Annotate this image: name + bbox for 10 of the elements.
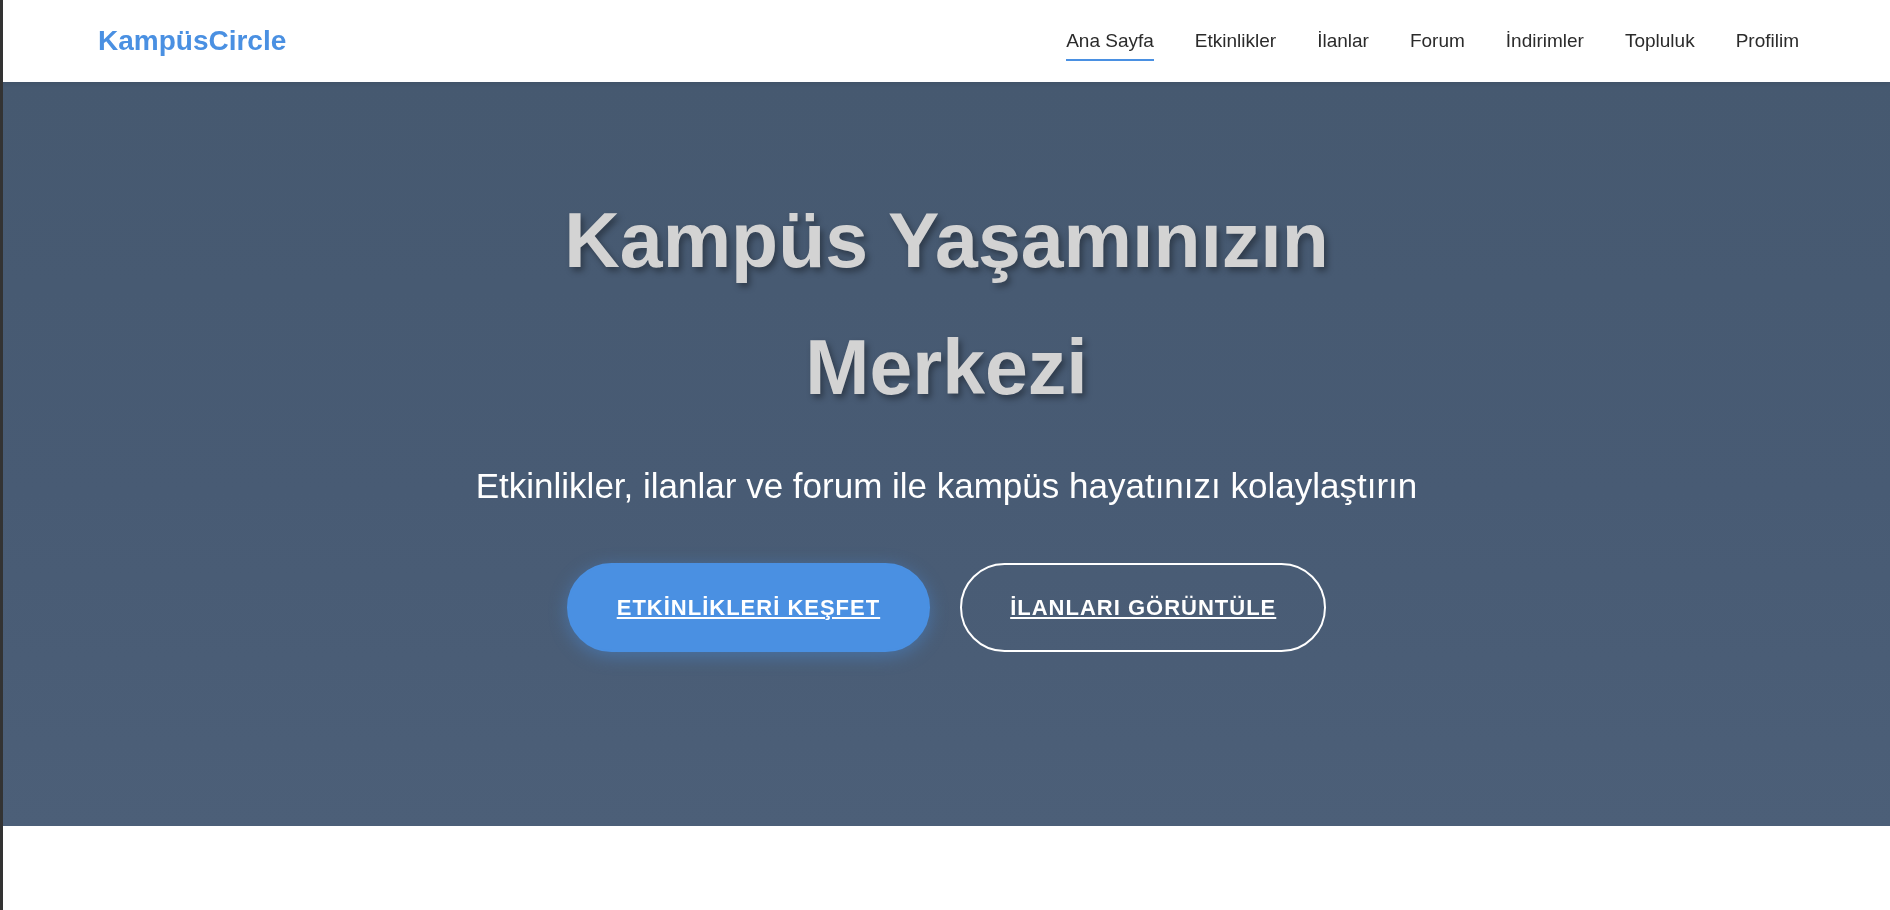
nav-link[interactable]: Forum [1409, 21, 1465, 61]
hero-title: Kampüs Yaşamınızın Merkezi [563, 196, 1330, 412]
nav-link[interactable]: İlanlar [1317, 21, 1369, 61]
view-listings-button[interactable]: İLANLARI GÖRÜNTÜLE [960, 563, 1327, 652]
nav-link[interactable]: Profilim [1735, 21, 1799, 61]
nav-link[interactable]: Topluluk [1624, 21, 1695, 61]
nav-link[interactable]: Etkinlikler [1194, 21, 1277, 61]
hero-subtitle: Etkinlikler, ilanlar ve forum ile kampüs hayatınızı kolaylaştırın [475, 465, 1418, 507]
nav-link[interactable]: İndirimler [1505, 21, 1584, 61]
nav-link[interactable]: Ana Sayfa [1066, 21, 1154, 61]
